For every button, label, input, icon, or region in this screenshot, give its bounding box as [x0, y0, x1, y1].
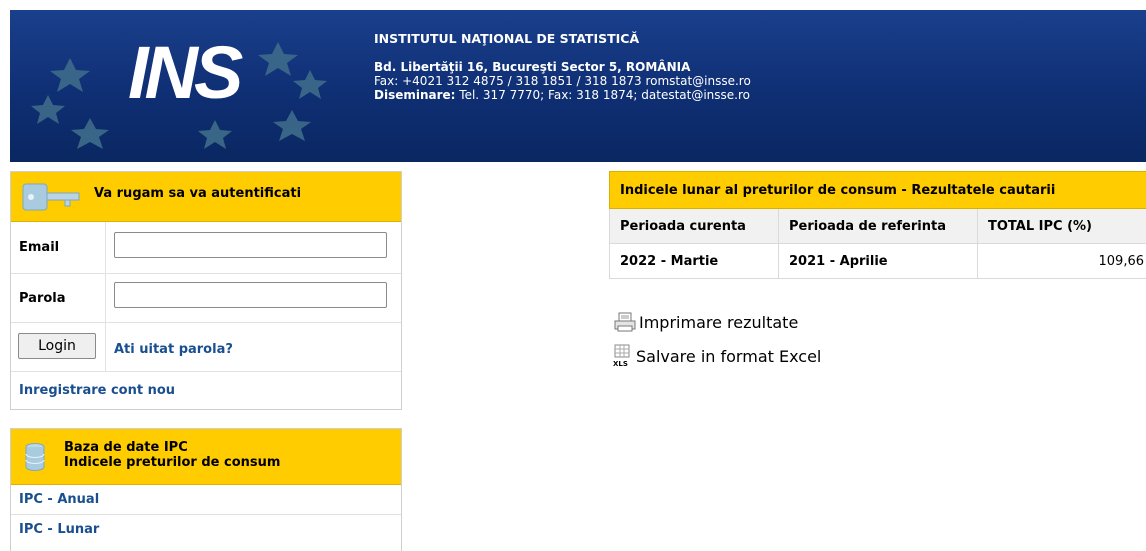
- site-header: INS INSTITUTUL NAŢIONAL DE STATISTICĂ Bd…: [10, 10, 1146, 162]
- login-panel-header: Va rugam sa va autentificati: [11, 172, 401, 222]
- results-table-container: Indicele lunar al preturilor de consum -…: [609, 171, 1146, 279]
- table-cell: 2022 - Martie: [610, 244, 779, 279]
- org-fax: Fax: +4021 312 4875 / 318 1851 / 318 187…: [374, 74, 751, 88]
- table-row: 2022 - Martie 2021 - Aprilie 109,66: [610, 244, 1146, 279]
- diseminare-value: Tel. 317 7770; Fax: 318 1874; datestat@i…: [455, 88, 750, 102]
- results-table: Indicele lunar al preturilor de consum -…: [609, 171, 1146, 279]
- org-diseminare: Diseminare: Tel. 317 7770; Fax: 318 1874…: [374, 88, 751, 102]
- password-field[interactable]: [114, 282, 387, 308]
- login-panel: Va rugam sa va autentificati Email Parol…: [10, 171, 402, 410]
- column-header: Perioada de referinta: [779, 209, 978, 244]
- export-excel-link[interactable]: XLS Salvare in format Excel: [613, 344, 821, 368]
- password-row: Parola: [11, 274, 401, 323]
- table-cell: 2021 - Aprilie: [779, 244, 978, 279]
- printer-icon: [614, 312, 636, 332]
- org-name: INSTITUTUL NAŢIONAL DE STATISTICĂ: [374, 32, 751, 46]
- divider: [105, 222, 106, 273]
- database-icon: [25, 443, 45, 471]
- star-icon: [293, 70, 327, 99]
- register-link[interactable]: Inregistrare cont nou: [19, 383, 175, 398]
- star-icon: [258, 42, 298, 76]
- database-title: Baza de date IPC Indicele preturilor de …: [64, 440, 280, 470]
- ipc-monthly-link[interactable]: IPC - Lunar: [19, 522, 99, 537]
- email-field[interactable]: [114, 232, 387, 258]
- email-label: Email: [19, 240, 59, 255]
- register-row: Inregistrare cont nou: [11, 372, 401, 409]
- database-title-line1: Baza de date IPC: [64, 440, 188, 455]
- logo-text: INS: [128, 31, 243, 114]
- list-item: IPC - Lunar: [11, 515, 401, 544]
- forgot-password-link[interactable]: Ati uitat parola?: [114, 342, 233, 357]
- print-results-link[interactable]: Imprimare rezultate: [614, 312, 798, 332]
- results-title: Indicele lunar al preturilor de consum -…: [610, 172, 1146, 209]
- star-icon: [273, 110, 311, 141]
- excel-label: Salvare in format Excel: [636, 347, 821, 366]
- divider: [105, 274, 106, 322]
- star-icon: [198, 120, 232, 149]
- table-header-row: Perioada curenta Perioada de referinta T…: [610, 209, 1146, 244]
- org-address: Bd. Libertăţii 16, Bucureşti Sector 5, R…: [374, 60, 751, 74]
- column-header: TOTAL IPC (%): [978, 209, 1146, 244]
- svg-text:XLS: XLS: [613, 360, 628, 368]
- diseminare-label: Diseminare:: [374, 88, 455, 102]
- login-title: Va rugam sa va autentificati: [94, 186, 301, 201]
- star-icon: [71, 118, 109, 149]
- password-label: Parola: [19, 291, 66, 306]
- list-item: IPC - Anual: [11, 485, 401, 515]
- database-panel: Baza de date IPC Indicele preturilor de …: [10, 428, 402, 551]
- email-row: Email: [11, 222, 401, 274]
- login-button[interactable]: Login: [18, 333, 96, 359]
- star-icon: [50, 58, 90, 92]
- database-panel-header: Baza de date IPC Indicele preturilor de …: [11, 429, 401, 485]
- xls-icon: XLS: [613, 344, 633, 368]
- star-icon: [31, 95, 65, 124]
- table-cell: 109,66: [978, 244, 1146, 279]
- ipc-annual-link[interactable]: IPC - Anual: [19, 492, 99, 507]
- login-actions-row: Login Ati uitat parola?: [11, 323, 401, 372]
- print-label: Imprimare rezultate: [639, 313, 798, 332]
- database-title-line2: Indicele preturilor de consum: [64, 455, 280, 470]
- key-icon: [21, 181, 83, 213]
- org-info: INSTITUTUL NAŢIONAL DE STATISTICĂ Bd. Li…: [374, 32, 751, 102]
- column-header: Perioada curenta: [610, 209, 779, 244]
- ins-logo[interactable]: INS: [10, 10, 360, 162]
- divider: [105, 323, 106, 371]
